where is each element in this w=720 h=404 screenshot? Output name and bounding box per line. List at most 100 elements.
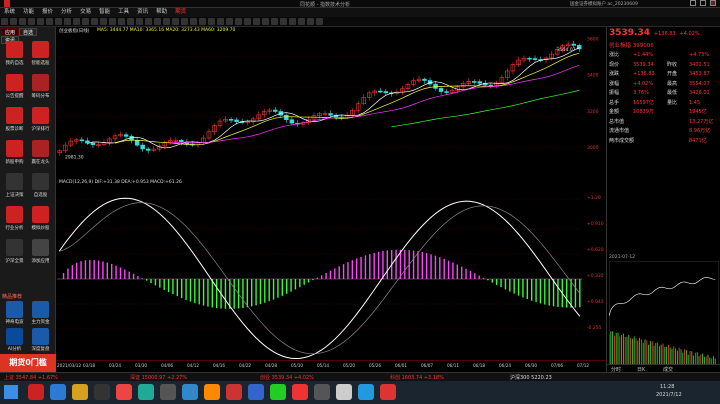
toolbar-button-icon[interactable] [73,18,80,25]
futures-ad-banner[interactable]: 期货0门槛 [0,354,56,372]
toolbar-button-icon[interactable] [46,18,53,25]
toolbar-button-icon[interactable] [298,18,305,25]
toolbar-button-icon[interactable] [280,18,287,25]
promo-icon[interactable] [32,301,49,318]
minimize-icon[interactable] [690,0,696,6]
toolbar-button-icon[interactable] [262,18,269,25]
menu-item[interactable]: 资讯 [133,8,152,17]
app-icon[interactable] [6,140,23,157]
toolbar-button-icon[interactable] [163,18,170,25]
app-icon[interactable] [6,107,23,124]
menu-item[interactable]: 分析 [57,8,76,17]
menu-item[interactable]: 期货 [171,8,190,17]
tab-watchlist[interactable]: 自选 [19,28,37,36]
maximize-icon[interactable] [700,0,706,6]
toolbar-button-icon[interactable] [226,18,233,25]
chart-area[interactable]: 3600 3400 3200 3000 3554.07 2981.30 创业板指(日线) … [57,27,605,372]
taskbar-app-icon[interactable] [28,384,44,400]
promo-icon[interactable] [32,328,49,345]
toolbar-button-icon[interactable] [253,18,260,25]
menu-item[interactable]: 帮助 [152,8,171,17]
app-icon[interactable] [32,140,49,157]
app-icon[interactable] [32,74,49,91]
toolbar-button-icon[interactable] [1,18,8,25]
taskbar-app-icon[interactable] [138,384,154,400]
toolbar-button-icon[interactable] [82,18,89,25]
toolbar-button-icon[interactable] [91,18,98,25]
taskbar-app-icon[interactable] [160,384,176,400]
menu-item[interactable]: 智能 [95,8,114,17]
toolbar-button-icon[interactable] [109,18,116,25]
app-icon[interactable] [32,173,49,190]
toolbar-button-icon[interactable] [19,18,26,25]
taskbar-app-icon[interactable] [314,384,330,400]
toolbar-button-icon[interactable] [244,18,251,25]
toolbar-button-icon[interactable] [208,18,215,25]
taskbar-app-icon[interactable] [380,384,396,400]
toolbar-button-icon[interactable] [190,18,197,25]
toolbar-button-icon[interactable] [235,18,242,25]
toolbar-button-icon[interactable] [64,18,71,25]
toolbar-button-icon[interactable] [28,18,35,25]
ticker-item[interactable]: 创业 3539.34 +4.02% [260,374,314,381]
app-icon[interactable] [6,239,23,256]
promo-icon[interactable] [6,301,23,318]
menu-item[interactable]: 系统 [0,8,19,17]
taskbar-app-icon[interactable] [50,384,66,400]
taskbar-app-icon[interactable] [358,384,374,400]
toolbar-button-icon[interactable] [10,18,17,25]
app-icon[interactable] [32,239,49,256]
ticker-item[interactable]: 上证 3547.84 +1.67% [4,374,58,381]
menu-item[interactable]: 报价 [38,8,57,17]
date-tick-label: 05/26 [369,363,382,368]
taskbar-app-icon[interactable] [226,384,242,400]
app-icon[interactable] [32,41,49,58]
taskbar-app-icon[interactable] [94,384,110,400]
app-icon[interactable] [6,173,23,190]
app-icon[interactable] [6,74,23,91]
app-icon[interactable] [6,41,23,58]
intraday-mini-chart[interactable] [609,261,719,365]
taskbar-app-icon[interactable] [270,384,286,400]
taskbar-app-icon[interactable] [248,384,264,400]
menu-item[interactable]: 工具 [114,8,133,17]
toolbar-button-icon[interactable] [172,18,179,25]
tab-apps[interactable]: 应用 [1,28,19,36]
windows-start-icon[interactable] [4,385,18,399]
kline-chart[interactable]: 3600 3400 3200 3000 3554.07 2981.30 [57,27,605,177]
menu-item[interactable]: 交易 [76,8,95,17]
menu-item[interactable]: 功能 [19,8,38,17]
toolbar-button-icon[interactable] [199,18,206,25]
macd-panel[interactable]: +1.20 +0.910 +0.620 +0.330 +0.040 -0.251 MACD… [57,179,605,360]
taskbar-app-icon[interactable] [116,384,132,400]
taskbar-app-icon[interactable] [72,384,88,400]
toolbar-button-icon[interactable] [37,18,44,25]
toolbar-button-icon[interactable] [145,18,152,25]
toolbar-button-icon[interactable] [307,18,314,25]
taskbar-app-icon[interactable] [292,384,308,400]
promo-icon[interactable] [6,328,23,345]
toolbar-button-icon[interactable] [217,18,224,25]
toolbar-button-icon[interactable] [271,18,278,25]
ticker-item[interactable]: 科创 1603.74 +3.18% [390,374,444,381]
toolbar-button-icon[interactable] [55,18,62,25]
app-icon[interactable] [32,107,49,124]
close-icon[interactable] [710,0,716,6]
taskbar-app-icon[interactable] [182,384,198,400]
taskbar-app-icon[interactable] [204,384,220,400]
toolbar-button-icon[interactable] [316,18,323,25]
toolbar-button-icon[interactable] [118,18,125,25]
app-icon[interactable] [32,206,49,223]
toolbar-button-icon[interactable] [127,18,134,25]
macd-chart[interactable]: +1.20 +0.910 +0.620 +0.330 +0.040 -0.251 [57,179,605,360]
ticker-item[interactable]: 深证 15000.97 +2.27% [130,374,187,381]
toolbar-button-icon[interactable] [100,18,107,25]
toolbar-button-icon[interactable] [289,18,296,25]
toolbar-button-icon[interactable] [154,18,161,25]
kline-panel[interactable]: 3600 3400 3200 3000 3554.07 2981.30 创业板指(日线) … [57,27,605,177]
toolbar-button-icon[interactable] [136,18,143,25]
app-icon[interactable] [6,206,23,223]
toolbar-button-icon[interactable] [181,18,188,25]
ticker-item[interactable]: 沪深300 5220.23 [510,374,552,381]
taskbar-app-icon[interactable] [336,384,352,400]
